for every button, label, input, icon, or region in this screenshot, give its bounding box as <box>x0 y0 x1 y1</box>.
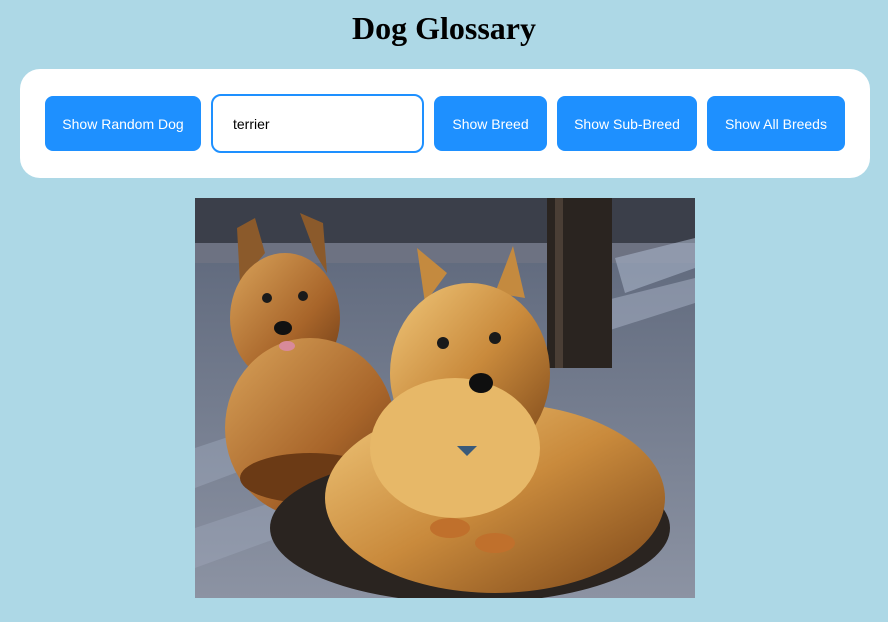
page-title: Dog Glossary <box>352 10 536 46</box>
show-breed-button[interactable]: Show Breed <box>434 96 547 151</box>
controls-panel: Show Random Dog Show Breed Show Sub-Bree… <box>20 69 870 178</box>
show-random-dog-button[interactable]: Show Random Dog <box>45 96 201 151</box>
dog-image <box>195 198 695 598</box>
show-sub-breed-button[interactable]: Show Sub-Breed <box>557 96 697 151</box>
page: Dog Glossary Show Random Dog Show Breed … <box>0 0 888 622</box>
show-all-breeds-button[interactable]: Show All Breeds <box>707 96 845 151</box>
breed-search-input[interactable] <box>211 94 424 153</box>
